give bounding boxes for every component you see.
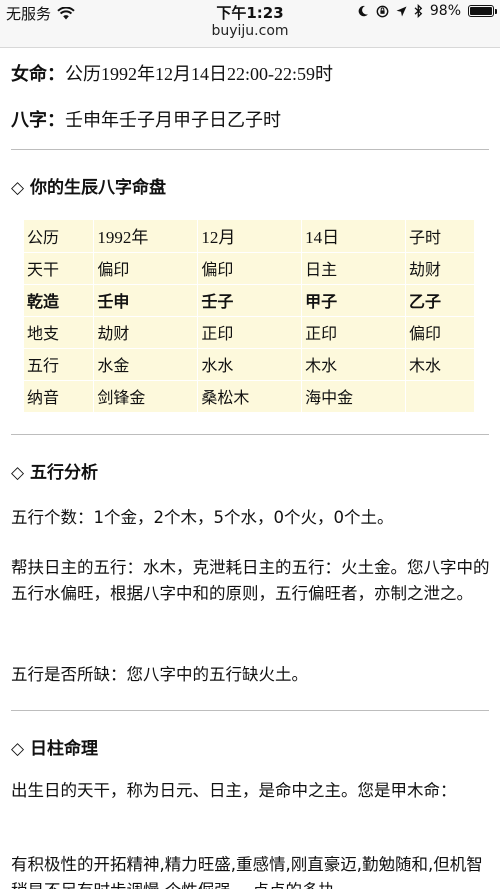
table-cell: 壬子: [197, 284, 303, 317]
wuxing-lack-text: 五行是否所缺：您八字中的五行缺火土。: [11, 665, 308, 684]
heavenly-stem-row: 天干 偏印 偏印 日主 劫财: [24, 252, 475, 285]
five-elements-row: 五行 水金 水水 木水 木水: [24, 348, 475, 381]
qianzao-row: 乾造 壬申 壬子 甲子 乙子: [24, 284, 475, 317]
table-cell: 正印: [301, 316, 407, 349]
wuxing-section-title: ◇ 五行分析: [11, 463, 98, 483]
bazi-label: 八字：: [11, 110, 65, 131]
chart-section-title: ◇ 你的生辰八字命盘: [11, 178, 166, 198]
table-cell: 12月: [197, 220, 303, 253]
table-cell: 日主: [301, 252, 407, 285]
table-cell: 乾造: [24, 284, 95, 317]
earthly-branch-row: 地支 劫财 正印 正印 偏印: [24, 316, 475, 349]
table-cell: 纳音: [24, 380, 95, 413]
bazi-row: 八字：壬申年壬子月甲子日乙子时: [0, 106, 281, 132]
female-birth-value: 公历1992年12月14日22:00-22:59时: [65, 64, 333, 84]
table-cell: 正印: [197, 316, 303, 349]
table-cell: 剑锋金: [93, 380, 199, 413]
table-cell: 五行: [24, 348, 95, 381]
rizhu-section-title: ◇ 日柱命理: [11, 739, 98, 759]
table-cell: 偏印: [93, 252, 199, 285]
divider: [11, 434, 489, 435]
table-cell: 桑松木: [197, 380, 303, 413]
rizhu-trait-text: 有积极性的开拓精神,精力旺盛,重感情,刚直豪迈,勤勉随和,但机智稍显不足有时步调…: [11, 855, 483, 889]
female-birth-row: 女命：公历1992年12月14日22:00-22:59时: [0, 60, 333, 86]
rizhu-intro-text: 出生日的天干，称为日元、日主，是命中之主。您是甲木命：: [11, 781, 457, 800]
table-cell: 地支: [24, 316, 95, 349]
table-cell: 木水: [301, 348, 407, 381]
table-cell: 木水: [405, 348, 475, 381]
table-cell: [405, 380, 475, 413]
battery-icon: [468, 5, 497, 17]
moon-icon: [358, 5, 368, 17]
table-cell: 偏印: [197, 252, 303, 285]
female-label: 女命：: [11, 64, 65, 85]
status-bar: 无服务 下午1:23 buyiju.com 98%: [0, 0, 500, 48]
bluetooth-icon: [414, 4, 423, 18]
system-indicators: 98%: [357, 3, 497, 19]
orientation-lock-icon: [376, 5, 389, 17]
battery-percent: 98%: [429, 3, 461, 19]
table-cell: 偏印: [405, 316, 475, 349]
table-cell: 劫财: [93, 316, 199, 349]
divider: [11, 710, 489, 711]
address-bar-url[interactable]: buyiju.com: [0, 23, 500, 39]
bazi-chart-table: 公历 1992年 12月 14日 子时 天干 偏印 偏印 日主 劫财 乾造 壬申 壬子 甲子 乙子 地支 劫财正…: [24, 220, 475, 413]
divider: [11, 149, 489, 150]
wuxing-balance-text: 帮扶日主的五行：水木，克泄耗日主的五行：火土金。您八字中的五行水偏旺，根据八字中…: [11, 558, 490, 603]
table-cell: 壬申: [93, 284, 199, 317]
gregorian-row: 公历 1992年 12月 14日 子时: [24, 220, 475, 253]
nayin-row: 纳音 剑锋金 桑松木 海中金: [24, 380, 475, 413]
battery-level: [470, 7, 492, 15]
table-cell: 劫财: [405, 252, 475, 285]
wuxing-count-text: 五行个数：1个金，2个木，5个水，0个火，0个土。: [11, 508, 394, 527]
table-cell: 海中金: [301, 380, 407, 413]
table-cell: 天干: [24, 252, 95, 285]
table-cell: 14日: [301, 220, 407, 253]
table-cell: 水金: [93, 348, 199, 381]
table-cell: 子时: [405, 220, 475, 253]
table-cell: 乙子: [405, 284, 475, 317]
table-cell: 公历: [24, 220, 95, 253]
table-cell: 甲子: [301, 284, 407, 317]
bazi-value: 壬申年壬子月甲子日乙子时: [65, 110, 281, 130]
location-arrow-icon: [396, 6, 407, 16]
table-cell: 水水: [197, 348, 303, 381]
table-cell: 1992年: [93, 220, 199, 253]
